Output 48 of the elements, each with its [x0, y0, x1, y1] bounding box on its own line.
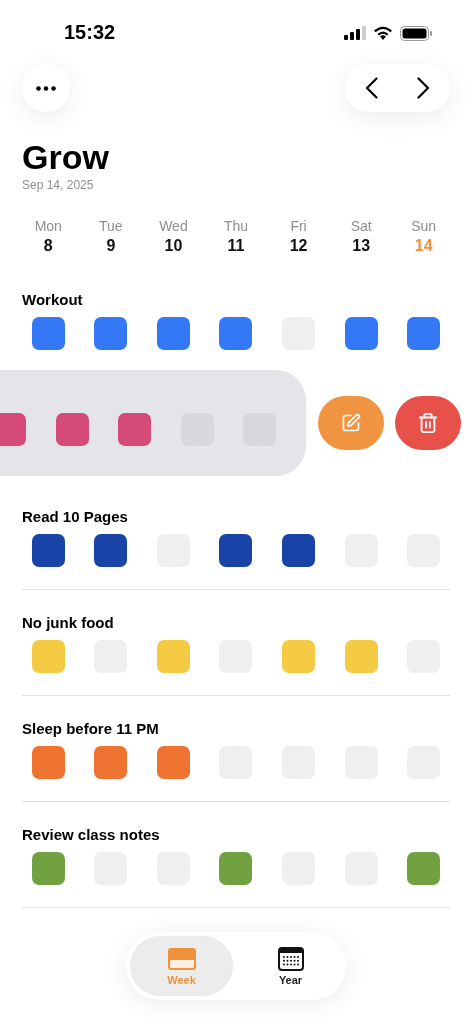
weekday-label: Wed: [159, 218, 188, 234]
chevron-right-icon: [417, 77, 431, 99]
habit-day-square[interactable]: [219, 534, 253, 567]
current-date: Sep 14, 2025: [22, 178, 95, 192]
window-icon: [166, 946, 197, 971]
habit-name: Workout: [22, 291, 84, 308]
day-number: 11: [227, 237, 245, 255]
habit-day-square[interactable]: [219, 317, 253, 350]
edit-icon: [341, 413, 361, 433]
weekday-label: Fri: [290, 218, 307, 234]
weekday-label: Sun: [411, 218, 437, 234]
habit-day-square[interactable]: [94, 534, 128, 567]
habit-day-square[interactable]: [407, 317, 441, 350]
day-number: 9: [106, 237, 116, 255]
habit-name: Sleep before 11 PM: [22, 720, 160, 737]
habit-day-square[interactable]: [31, 534, 65, 567]
next-button[interactable]: [417, 77, 431, 99]
delete-button[interactable]: [395, 396, 461, 450]
habit-day-square[interactable]: [344, 317, 378, 350]
battery-icon: [400, 25, 432, 41]
day-number: 12: [289, 237, 308, 255]
weekday-label: Mon: [34, 218, 62, 234]
habit-name: Read 10 Pages: [22, 508, 129, 525]
habit-name: No junk food: [22, 614, 115, 631]
habit-day-square[interactable]: [94, 317, 128, 350]
wifi-icon: [373, 26, 393, 40]
previous-button[interactable]: [364, 77, 378, 99]
habit-day-square[interactable]: [156, 317, 190, 350]
weekday-label: Thu: [223, 218, 249, 234]
weekday-label: Sat: [350, 218, 372, 234]
edit-button[interactable]: [318, 396, 384, 450]
habit-day-square[interactable]: [282, 534, 316, 567]
day-number: 13: [352, 237, 371, 255]
day-number: 14: [414, 237, 433, 255]
status-time: 15:32: [64, 20, 116, 44]
more-button[interactable]: [22, 64, 70, 112]
habit-day-square[interactable]: [31, 317, 65, 350]
page-title: Grow: [22, 138, 110, 176]
day-number: 8: [43, 237, 53, 255]
trash-icon: [417, 412, 439, 434]
calendar-icon: [277, 946, 304, 971]
tab[interactable]: Year: [239, 936, 342, 996]
chevron-left-icon: [364, 77, 378, 99]
weekday-label: Tue: [99, 218, 123, 234]
habit-name: Review class notes: [22, 826, 161, 843]
more-icon: [36, 85, 56, 91]
day-number: 10: [164, 237, 183, 255]
signal-icon: [344, 26, 366, 40]
